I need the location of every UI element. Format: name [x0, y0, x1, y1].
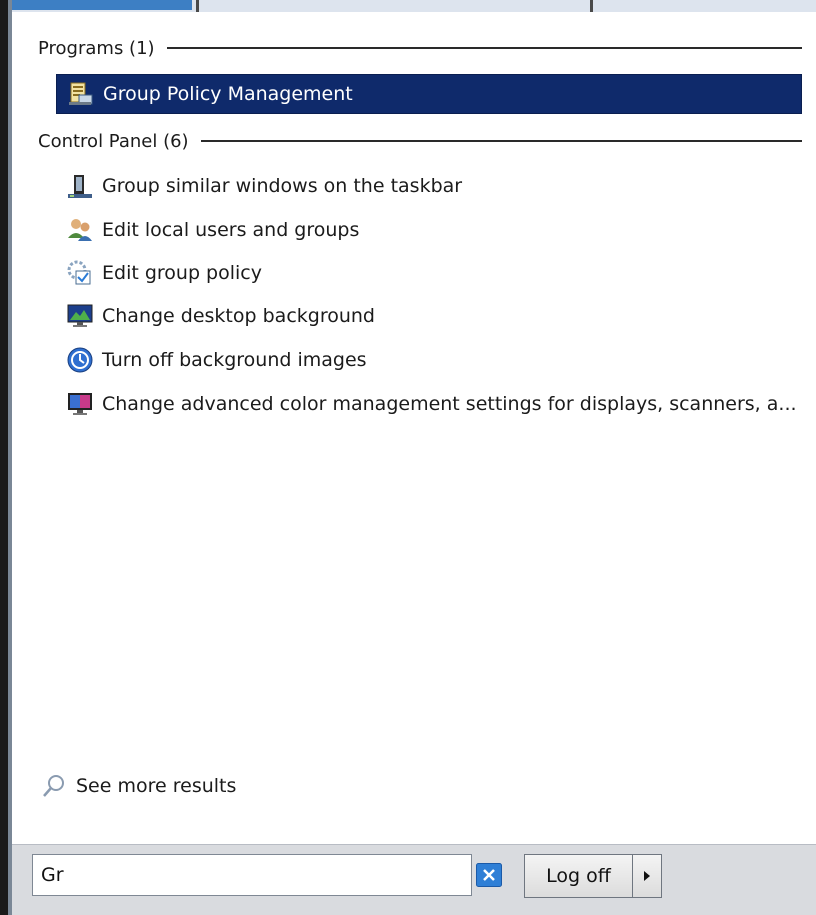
strip-separator: [196, 0, 199, 12]
chevron-right-icon: [644, 871, 650, 881]
result-label: Change desktop background: [102, 305, 375, 327]
window-frame-left: [0, 0, 12, 915]
active-tab-accent: [0, 0, 192, 10]
start-menu-search-results: Programs (1) Group Policy Management Con…: [0, 0, 816, 915]
log-off-button[interactable]: Log off: [524, 854, 632, 898]
see-more-results-link[interactable]: See more results: [38, 768, 236, 804]
result-label: Turn off background images: [102, 349, 367, 371]
search-icon: [38, 770, 70, 802]
group-divider: [166, 47, 802, 49]
result-turn-off-background-images[interactable]: Turn off background images: [56, 340, 802, 380]
result-group-similar-windows[interactable]: Group similar windows on the taskbar: [56, 166, 802, 206]
result-edit-group-policy[interactable]: Edit group policy: [56, 253, 802, 293]
strip-separator: [590, 0, 593, 12]
users-icon: [64, 214, 96, 246]
group-policy-management-icon: [65, 78, 97, 110]
taskbar-icon: [64, 170, 96, 202]
group-label: Control Panel (6): [38, 130, 189, 152]
group-header-control-panel: Control Panel (6): [38, 129, 802, 153]
ease-of-access-icon: [64, 344, 96, 376]
close-icon: [476, 863, 502, 887]
result-color-management[interactable]: Change advanced color management setting…: [56, 384, 802, 424]
group-header-programs: Programs (1): [38, 36, 802, 60]
group-divider: [200, 140, 802, 142]
search-bar-area: Gr Log off: [12, 844, 816, 915]
see-more-label: See more results: [76, 775, 237, 797]
top-strip: [0, 0, 816, 12]
group-label: Programs (1): [38, 37, 155, 59]
shutdown-options-button[interactable]: [632, 854, 662, 898]
result-label: Edit local users and groups: [102, 219, 360, 241]
results-pane: Programs (1) Group Policy Management Con…: [12, 12, 816, 844]
result-label: Edit group policy: [102, 262, 262, 284]
result-group-policy-management[interactable]: Group Policy Management: [56, 74, 802, 114]
color-management-icon: [64, 388, 96, 420]
result-edit-local-users[interactable]: Edit local users and groups: [56, 210, 802, 250]
result-change-desktop-background[interactable]: Change desktop background: [56, 296, 802, 336]
desktop-background-icon: [64, 300, 96, 332]
result-label: Change advanced color management setting…: [102, 393, 797, 415]
search-input[interactable]: Gr: [32, 854, 472, 896]
clear-search-button[interactable]: [475, 862, 503, 888]
result-label: Group similar windows on the taskbar: [102, 175, 463, 197]
group-policy-icon: [64, 257, 96, 289]
result-label: Group Policy Management: [103, 83, 353, 105]
